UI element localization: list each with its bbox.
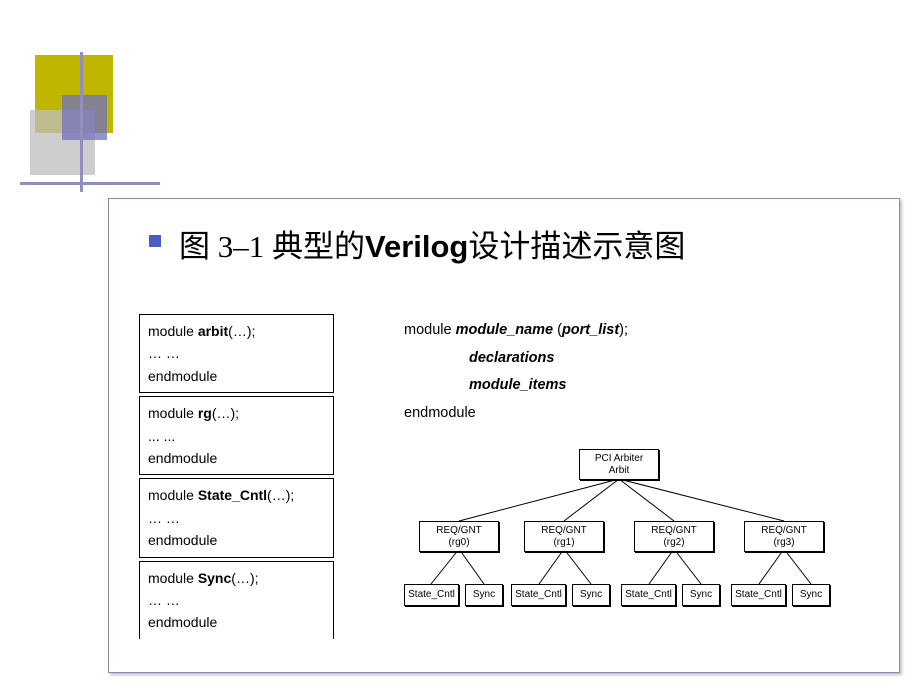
module-body: … … [148, 589, 325, 611]
tree-leaf-state3: State_Cntl [731, 584, 786, 606]
module-end: endmodule [148, 611, 325, 633]
deco-square-purple [62, 95, 107, 140]
decorative-motif [0, 0, 180, 200]
tree-root: PCI Arbiter Arbit [579, 449, 659, 480]
module-box-state-cntl: module State_Cntl(…); … … endmodule [139, 478, 334, 557]
tree-req0: REQ/GNT (rg0) [419, 521, 499, 552]
module-head: module module arbit(…);arbit(…); [148, 320, 325, 342]
title-prefix: 图 3–1 典型的 [179, 229, 365, 264]
tree-leaf-sync1: Sync [572, 584, 610, 606]
module-body: … … [148, 507, 325, 529]
module-box-arbit: module module arbit(…);arbit(…); … … end… [139, 314, 334, 393]
tree-req3: REQ/GNT (rg3) [744, 521, 824, 552]
title-row: 图 3–1 典型的Verilog设计描述示意图 [109, 199, 899, 266]
hierarchy-diagram: PCI Arbiter Arbit REQ/GNT (rg0) REQ/GNT … [389, 449, 869, 639]
tree-leaf-sync3: Sync [792, 584, 830, 606]
bullet-icon [149, 235, 161, 247]
module-box-rg: module rg(…); ... ... endmodule [139, 396, 334, 475]
module-body: ... ... [148, 425, 325, 447]
slide-title: 图 3–1 典型的Verilog设计描述示意图 [179, 221, 685, 266]
template-line1: module module_name (port_list); [404, 317, 628, 345]
module-body: … … [148, 342, 325, 364]
template-line2: declarations [469, 345, 628, 373]
template-line4: endmodule [404, 400, 628, 428]
content-area: module module arbit(…);arbit(…); … … end… [129, 309, 879, 652]
module-box-column: module module arbit(…);arbit(…); … … end… [139, 314, 334, 642]
module-end: endmodule [148, 365, 325, 387]
deco-bar-h [20, 182, 160, 185]
title-bold: Verilog [365, 229, 468, 264]
title-suffix: 设计描述示意图 [468, 229, 685, 264]
module-template: module module_name (port_list); declarat… [404, 317, 628, 427]
module-head: module rg(…); [148, 402, 325, 424]
tree-leaf-state1: State_Cntl [511, 584, 566, 606]
module-head: module Sync(…); [148, 567, 325, 589]
module-end: endmodule [148, 447, 325, 469]
tree-leaf-state2: State_Cntl [621, 584, 676, 606]
tree-leaf-sync0: Sync [465, 584, 503, 606]
module-box-sync: module Sync(…); … … endmodule [139, 561, 334, 639]
tree-req2: REQ/GNT (rg2) [634, 521, 714, 552]
module-head: module State_Cntl(…); [148, 484, 325, 506]
module-end: endmodule [148, 529, 325, 551]
tree-leaf-sync2: Sync [682, 584, 720, 606]
tree-req1: REQ/GNT (rg1) [524, 521, 604, 552]
deco-bar-v [80, 52, 83, 192]
template-line3: module_items [469, 372, 628, 400]
slide-body: 图 3–1 典型的Verilog设计描述示意图 module module ar… [108, 198, 900, 673]
tree-leaf-state0: State_Cntl [404, 584, 459, 606]
